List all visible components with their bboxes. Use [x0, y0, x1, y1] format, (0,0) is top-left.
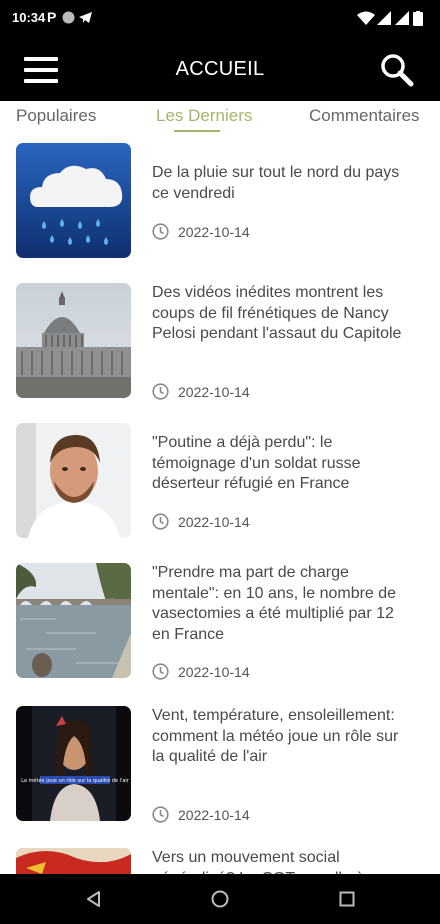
circle-notification-icon — [62, 11, 75, 24]
clock-icon — [152, 663, 169, 680]
hamburger-icon — [24, 57, 58, 61]
page-title: ACCUEIL — [175, 58, 265, 80]
hamburger-menu-button[interactable] — [24, 57, 58, 83]
article-title: De la pluie sur tout le nord du pays ce … — [152, 164, 400, 202]
cgt-flags-photo — [16, 848, 131, 874]
article-thumbnail — [16, 283, 131, 398]
article-title: "Prendre ma part de charge mentale": en … — [152, 564, 397, 643]
article-thumbnail — [16, 423, 131, 538]
article-title: Vent, température, ensoleillement: comme… — [152, 707, 399, 765]
article-date-text: 2022-10-14 — [178, 224, 250, 240]
tab-les-derniers[interactable]: Les Derniers — [156, 106, 252, 126]
clock-icon — [152, 806, 169, 823]
article-item[interactable]: "Prendre ma part de charge mentale": en … — [0, 563, 440, 680]
recents-square-icon[interactable] — [337, 889, 357, 909]
article-date-text: 2022-10-14 — [178, 807, 250, 823]
parking-notification-icon: P — [47, 9, 57, 25]
signal-icon-2 — [395, 11, 409, 25]
article-item[interactable]: La météo joue un rôle sur la qualité de … — [0, 706, 440, 823]
tab-commentaires[interactable]: Commentaires — [309, 106, 420, 126]
soldier-portrait-photo — [16, 423, 131, 538]
article-thumbnail — [16, 848, 131, 874]
tab-bar: Populaires Les Derniers Commentaires — [0, 101, 440, 133]
article-item[interactable]: Vers un mouvement social généralisé? La … — [0, 848, 440, 874]
clock-icon — [152, 223, 169, 240]
article-thumbnail: La météo joue un rôle sur la qualité de … — [16, 706, 131, 821]
clock-icon — [152, 513, 169, 530]
hamburger-line — [24, 79, 58, 83]
article-date-text: 2022-10-14 — [178, 514, 250, 530]
article-item[interactable]: "Poutine a déjà perdu": le témoignage d'… — [0, 423, 440, 539]
weather-presenter-photo: La météo joue un rôle sur la qualité de … — [16, 706, 131, 821]
article-item[interactable]: De la pluie sur tout le nord du pays ce … — [0, 143, 440, 259]
tab-populaires[interactable]: Populaires — [16, 106, 96, 126]
article-title: Vers un mouvement social généralisé? La … — [152, 849, 364, 874]
telegram-icon — [79, 12, 92, 23]
rain-cloud-icon — [16, 143, 131, 258]
thumb-caption: La météo joue un rôle sur la qualité de … — [21, 777, 130, 784]
article-item[interactable]: Des vidéos inédites montrent les coups d… — [0, 283, 440, 400]
signal-icon-1 — [377, 11, 391, 25]
seine-river-photo — [16, 563, 131, 678]
back-triangle-icon[interactable] — [84, 889, 104, 909]
home-circle-icon[interactable] — [210, 889, 230, 909]
system-nav-bar — [0, 874, 440, 924]
search-button[interactable] — [380, 53, 414, 87]
hamburger-line — [24, 68, 58, 72]
article-title: Des vidéos inédites montrent les coups d… — [152, 284, 402, 342]
app-bar: ACCUEIL — [0, 38, 440, 101]
article-date-text: 2022-10-14 — [178, 384, 250, 400]
clock-icon — [152, 383, 169, 400]
article-thumbnail — [16, 143, 131, 258]
battery-icon — [413, 11, 423, 26]
status-bar: 10:34 P — [0, 0, 440, 38]
status-time: 10:34 — [12, 10, 46, 25]
article-title: "Poutine a déjà perdu": le témoignage d'… — [152, 434, 361, 492]
wifi-icon — [357, 11, 375, 25]
article-date-text: 2022-10-14 — [178, 664, 250, 680]
article-thumbnail — [16, 563, 131, 678]
search-icon — [381, 54, 414, 87]
capitol-photo — [16, 283, 131, 398]
active-tab-indicator — [174, 130, 220, 132]
